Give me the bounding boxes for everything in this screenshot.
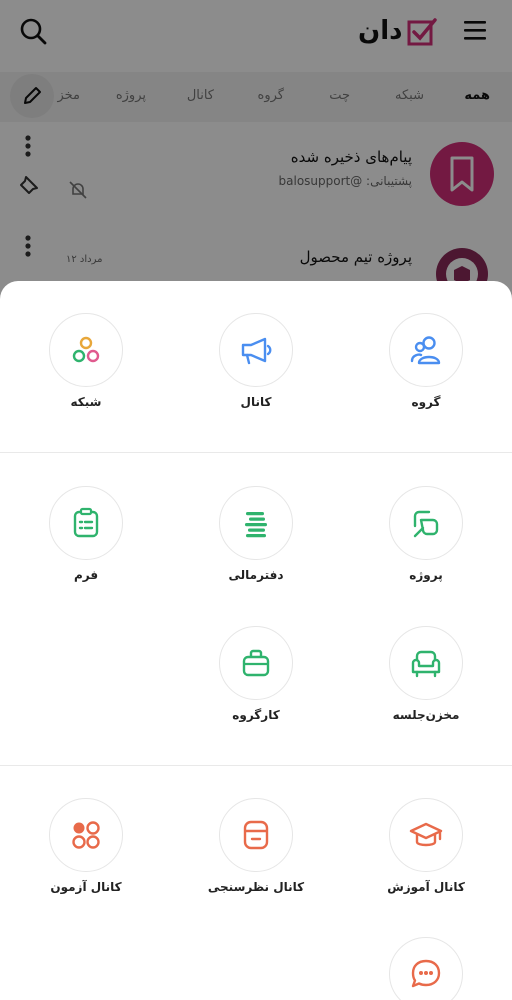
create-network-option[interactable]: شبکه	[16, 313, 156, 423]
option-label: دفترمالی	[228, 568, 284, 582]
option-icon-circle	[219, 798, 293, 872]
poll-box-icon	[243, 820, 269, 850]
option-label: کانال آزمون	[50, 880, 122, 894]
network-icon	[72, 336, 100, 363]
option-icon-circle	[219, 486, 293, 560]
create-ledger-option[interactable]: دفترمالی	[186, 486, 326, 596]
create-form-option[interactable]: فرم	[16, 486, 156, 596]
option-icon-circle	[49, 486, 123, 560]
create-quiz-channel-option[interactable]: کانال آزمون	[16, 798, 156, 908]
briefcase-icon	[242, 649, 270, 677]
section-divider	[0, 452, 512, 453]
section-divider	[0, 765, 512, 766]
option-icon-circle	[49, 798, 123, 872]
option-icon-circle	[389, 486, 463, 560]
ledger-icon	[245, 512, 267, 538]
graduation-cap-icon	[409, 822, 443, 847]
create-poll-channel-option[interactable]: کانال نظرسنجی	[186, 798, 326, 908]
option-icon-circle	[219, 626, 293, 700]
option-label: کانال نظرسنجی	[207, 880, 305, 894]
create-workgroup-option[interactable]: کارگروه	[186, 626, 326, 736]
create-group-option[interactable]: گروه	[356, 313, 496, 423]
option-icon-circle	[219, 313, 293, 387]
chat-bubble-icon	[411, 959, 441, 988]
megaphone-icon	[241, 337, 272, 365]
create-project-option[interactable]: پروژه	[356, 486, 496, 596]
project-icon	[413, 510, 439, 538]
option-icon-circle	[389, 626, 463, 700]
quiz-dots-icon	[72, 821, 100, 849]
create-channel-option[interactable]: کانال	[186, 313, 326, 423]
option-label: کانال آموزش	[387, 880, 465, 894]
form-icon	[73, 507, 99, 538]
armchair-icon	[411, 650, 441, 678]
option-label: گروه	[411, 395, 441, 409]
create-education-channel-option[interactable]: کانال آموزش	[356, 798, 496, 908]
option-label: مخزن‌جلسه	[392, 708, 460, 722]
option-label: کارگروه	[232, 708, 280, 722]
option-label: فرم	[73, 568, 99, 582]
option-icon-circle	[49, 313, 123, 387]
create-meeting-repo-option[interactable]: مخزن‌جلسه	[356, 626, 496, 736]
group-icon	[410, 336, 441, 365]
create-new-sheet: گروه کانال شبکه	[0, 281, 512, 1000]
option-label: پروژه	[409, 568, 443, 582]
option-icon-circle	[389, 937, 463, 1000]
option-label: شبکه	[70, 395, 102, 409]
option-icon-circle	[389, 798, 463, 872]
create-chat-option[interactable]	[356, 937, 496, 1000]
option-icon-circle	[389, 313, 463, 387]
option-label: کانال	[240, 395, 272, 409]
